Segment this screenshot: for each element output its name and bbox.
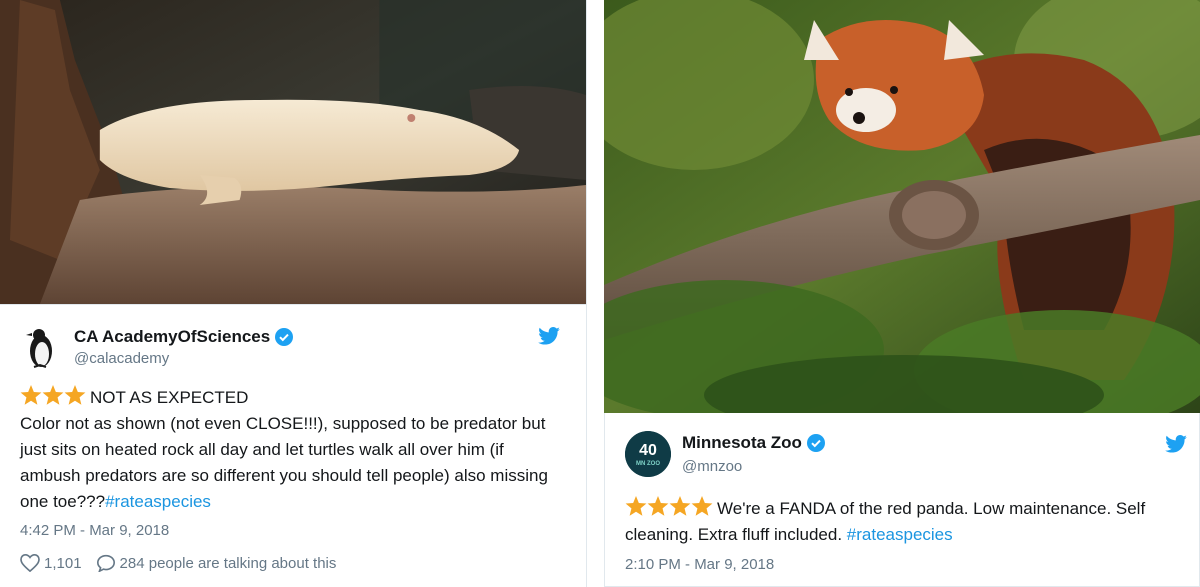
- star-icon: [691, 496, 713, 517]
- like-button[interactable]: 1,101: [20, 554, 82, 572]
- hashtag-link[interactable]: #rateaspecies: [847, 525, 953, 544]
- tweet-header: 40 MN ZOO Minnesota Zoo @mnzoo: [605, 413, 1199, 477]
- twitter-bird-icon[interactable]: [538, 327, 560, 345]
- star-icon: [625, 496, 647, 517]
- tweet-card-calacademy: CA AcademyOfSciences @calacademy NOT AS …: [0, 0, 587, 587]
- display-name[interactable]: CA AcademyOfSciences: [74, 327, 270, 347]
- star-icon: [647, 496, 669, 517]
- hashtag-link[interactable]: #rateaspecies: [105, 492, 211, 511]
- tweet-card-mnzoo: 40 MN ZOO Minnesota Zoo @mnzoo We're a F…: [604, 0, 1200, 587]
- tweet-body: Color not as shown (not even CLOSE!!!), …: [20, 414, 548, 511]
- star-rating: [625, 496, 713, 517]
- user-handle[interactable]: @mnzoo: [682, 458, 742, 475]
- reply-button[interactable]: 284 people are talking about this: [96, 554, 337, 572]
- avatar-logo-text: MN ZOO: [636, 461, 660, 467]
- verified-badge-icon: [275, 328, 294, 346]
- star-icon: [669, 496, 691, 517]
- star-icon: [20, 385, 42, 406]
- tweet-body-area: CA AcademyOfSciences @calacademy NOT AS …: [0, 304, 586, 587]
- twitter-bird-icon[interactable]: [1165, 435, 1187, 453]
- tweet-body-area: 40 MN ZOO Minnesota Zoo @mnzoo We're a F…: [604, 413, 1200, 587]
- tweet-text: We're a FANDA of the red panda. Low main…: [625, 496, 1185, 548]
- star-icon: [42, 385, 64, 406]
- star-icon: [64, 385, 86, 406]
- penguin-icon[interactable]: [20, 323, 62, 369]
- card-gap: [587, 0, 604, 587]
- tweet-timestamp[interactable]: 4:42 PM - Mar 9, 2018: [20, 522, 169, 539]
- display-name[interactable]: Minnesota Zoo: [682, 433, 802, 453]
- tweet-text: NOT AS EXPECTED Color not as shown (not …: [20, 385, 568, 515]
- red-panda-image[interactable]: [604, 0, 1200, 413]
- tweet-actions: 1,101 284 people are talking about this: [20, 554, 350, 572]
- like-count: 1,101: [44, 554, 82, 572]
- albino-alligator-image[interactable]: [0, 0, 586, 304]
- star-rating: [20, 385, 86, 406]
- tweet-timestamp[interactable]: 2:10 PM - Mar 9, 2018: [625, 556, 774, 573]
- name-row: Minnesota Zoo: [682, 433, 825, 453]
- comment-bubble-icon: [96, 554, 115, 572]
- rating-title: NOT AS EXPECTED: [90, 388, 249, 407]
- heart-icon: [20, 554, 40, 572]
- tweet-header: CA AcademyOfSciences @calacademy: [0, 305, 586, 369]
- verified-badge-icon: [806, 434, 825, 452]
- conversation-count-text: 284 people are talking about this: [119, 554, 337, 572]
- mnzoo-logo-avatar[interactable]: 40 MN ZOO: [625, 431, 671, 477]
- user-handle[interactable]: @calacademy: [74, 350, 169, 367]
- avatar-logo-number: 40: [639, 442, 657, 459]
- name-row: CA AcademyOfSciences: [74, 327, 294, 347]
